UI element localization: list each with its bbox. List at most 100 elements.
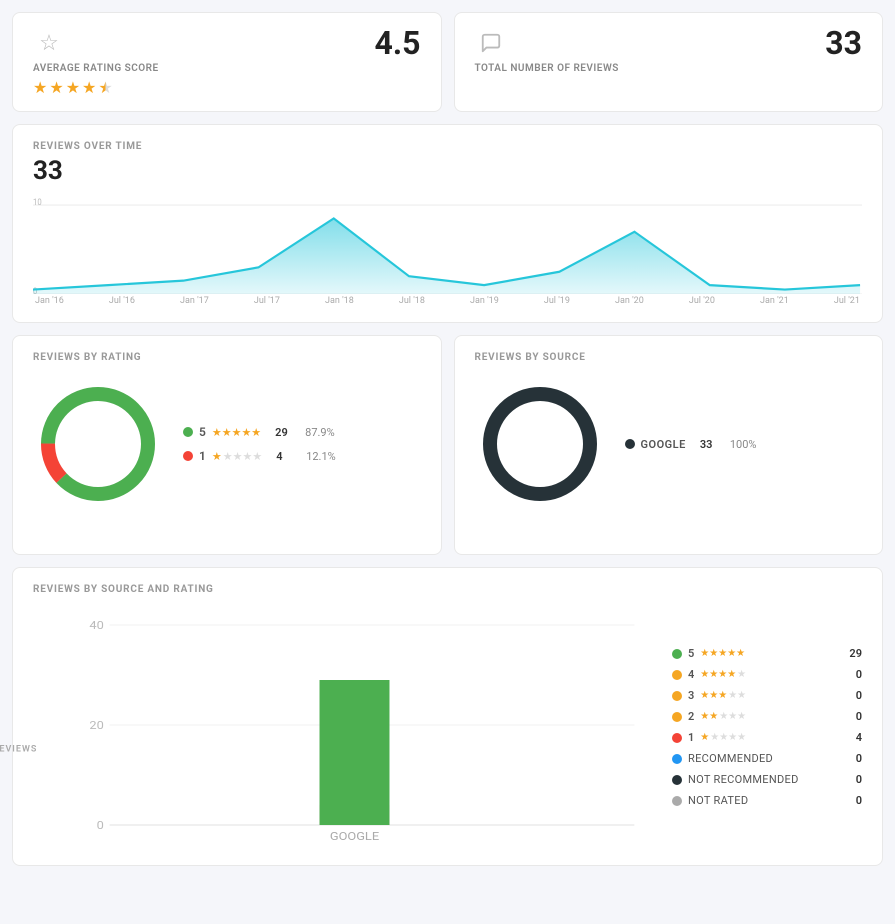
svg-text:20: 20 <box>89 719 104 732</box>
star-2: ★ <box>49 78 63 97</box>
legend-rating-1: 1 <box>199 449 206 463</box>
x-label: Jan '19 <box>470 296 499 306</box>
star-1: ★ <box>33 78 47 97</box>
bar-green <box>320 680 390 825</box>
legend-pct-1: 12.1% <box>306 450 336 463</box>
bar-legend-count-4: 0 <box>842 668 862 681</box>
bar-chart-left: REVIEWS 40 20 0 <box>33 605 646 849</box>
bar-legend-stars-4: ★★★★★ <box>700 669 746 680</box>
avg-rating-value: 4.5 <box>375 27 421 59</box>
reviews-time-title: REVIEWS OVER TIME <box>33 141 862 152</box>
middle-row: REVIEWS BY RATING 5 ★★★★★ 29 <box>12 335 883 555</box>
reviews-by-source-rating-title: REVIEWS BY SOURCE AND RATING <box>33 584 862 595</box>
bar-legend-stars-3: ★★★★★ <box>700 690 746 701</box>
total-reviews-card: 33 TOTAL NUMBER OF REVIEWS <box>454 12 884 112</box>
rating-legend: 5 ★★★★★ 29 87.9% 1 ★★★★★ 4 12.1% <box>183 425 336 463</box>
bar-chart-svg: 40 20 0 GOOGLE <box>63 605 646 845</box>
star-icon: ☆ <box>33 27 65 59</box>
bar-legend-label-5: 5 <box>688 647 694 660</box>
reviews-by-rating-card: REVIEWS BY RATING 5 ★★★★★ 29 <box>12 335 442 555</box>
top-cards-row: ☆ 4.5 AVERAGE RATING SCORE ★ ★ ★ ★ ★ 33 … <box>12 12 883 112</box>
bar-legend-stars-2: ★★★★★ <box>700 711 746 722</box>
bar-legend-count-not-recommended: 0 <box>842 773 862 786</box>
legend-stars-1: ★★★★★ <box>212 450 262 463</box>
reviews-time-count: 33 <box>33 156 862 186</box>
legend-count-5: 29 <box>275 426 295 439</box>
legend-pct-5: 87.9% <box>305 426 335 439</box>
bar-legend-label-recommended: RECOMMENDED <box>688 752 773 765</box>
source-legend: GOOGLE 33 100% <box>625 438 757 451</box>
reviews-by-rating-title: REVIEWS BY RATING <box>33 352 421 363</box>
avg-rating-card: ☆ 4.5 AVERAGE RATING SCORE ★ ★ ★ ★ ★ <box>12 12 442 112</box>
total-reviews-value: 33 <box>825 27 862 59</box>
x-label: Jul '19 <box>544 296 570 306</box>
x-label: Jan '17 <box>180 296 209 306</box>
x-label: Jul '17 <box>254 296 280 306</box>
bar-legend-2star: 2 ★★★★★ 0 <box>672 710 862 723</box>
bar-legend-dot-2 <box>672 712 682 722</box>
bar-legend-dot-1 <box>672 733 682 743</box>
legend-dot-google <box>625 439 635 449</box>
bar-legend-dot-4 <box>672 670 682 680</box>
x-label: Jan '16 <box>35 296 64 306</box>
x-label: Jul '21 <box>834 296 860 306</box>
x-label: Jan '21 <box>760 296 789 306</box>
svg-text:0: 0 <box>97 819 105 832</box>
total-reviews-label: TOTAL NUMBER OF REVIEWS <box>475 63 863 74</box>
bar-legend-count-3: 0 <box>842 689 862 702</box>
legend-rating-5: 5 <box>199 425 206 439</box>
bar-legend-3star: 3 ★★★★★ 0 <box>672 689 862 702</box>
star-4: ★ <box>82 78 96 97</box>
legend-dot-1star <box>183 451 193 461</box>
reviews-by-source-donut-area: GOOGLE 33 100% <box>475 379 863 509</box>
legend-google-count: 33 <box>700 438 720 451</box>
bar-legend-stars-5: ★★★★★ <box>700 648 745 659</box>
bar-legend-not-rated: NOT RATED 0 <box>672 794 862 807</box>
star-3: ★ <box>66 78 80 97</box>
bar-legend-not-recommended: NOT RECOMMENDED 0 <box>672 773 862 786</box>
bar-legend-dot-not-rated <box>672 796 682 806</box>
x-label: Jan '20 <box>615 296 644 306</box>
legend-row-1star: 1 ★★★★★ 4 12.1% <box>183 449 336 463</box>
bar-legend-label-1: 1 <box>688 731 694 744</box>
svg-text:10: 10 <box>33 198 42 209</box>
bar-legend-label-not-recommended: NOT RECOMMENDED <box>688 773 799 786</box>
source-donut-svg <box>475 379 605 509</box>
legend-row-5star: 5 ★★★★★ 29 87.9% <box>183 425 336 439</box>
chat-icon <box>475 27 507 59</box>
y-axis-label: REVIEWS <box>0 744 37 754</box>
x-label: Jul '18 <box>399 296 425 306</box>
avg-rating-label: AVERAGE RATING SCORE <box>33 63 421 74</box>
bar-legend-1star: 1 ★★★★★ 4 <box>672 731 862 744</box>
legend-row-google: GOOGLE 33 100% <box>625 438 757 451</box>
bar-legend-stars-1: ★★★★★ <box>700 732 746 743</box>
x-label: Jul '20 <box>689 296 715 306</box>
reviews-time-chart: 10 0 <box>33 194 862 294</box>
time-chart-svg: 10 0 <box>33 194 862 294</box>
bar-legend-count-1: 4 <box>842 731 862 744</box>
bar-legend-dot-recommended <box>672 754 682 764</box>
bar-chart-area: REVIEWS 40 20 0 <box>33 605 862 849</box>
bar-legend-4star: 4 ★★★★★ 0 <box>672 668 862 681</box>
x-axis-labels: Jan '16 Jul '16 Jan '17 Jul '17 Jan '18 … <box>33 296 862 306</box>
legend-google-label: GOOGLE <box>641 438 686 451</box>
bar-legend-label-not-rated: NOT RATED <box>688 794 748 807</box>
legend-stars-5: ★★★★★ <box>212 426 261 439</box>
bar-chart-right: 5 ★★★★★ 29 4 ★★★★★ 0 3 ★★★★★ <box>662 605 862 849</box>
reviews-by-source-card: REVIEWS BY SOURCE GOOGLE 33 100% <box>454 335 884 555</box>
reviews-by-rating-donut-area: 5 ★★★★★ 29 87.9% 1 ★★★★★ 4 12.1% <box>33 379 421 509</box>
bar-legend-count-2: 0 <box>842 710 862 723</box>
legend-google-pct: 100% <box>730 438 757 451</box>
reviews-by-source-title: REVIEWS BY SOURCE <box>475 352 863 363</box>
bar-legend-dot-3 <box>672 691 682 701</box>
x-label: Jul '16 <box>109 296 135 306</box>
bar-legend-recommended: RECOMMENDED 0 <box>672 752 862 765</box>
bar-legend-dot-not-recommended <box>672 775 682 785</box>
bar-legend-count-5: 29 <box>842 647 862 660</box>
svg-text:40: 40 <box>89 619 104 632</box>
bar-legend-5star: 5 ★★★★★ 29 <box>672 647 862 660</box>
bar-legend-label-2: 2 <box>688 710 694 723</box>
bar-legend-dot-5 <box>672 649 682 659</box>
bar-legend-count-recommended: 0 <box>842 752 862 765</box>
avg-rating-stars: ★ ★ ★ ★ ★ <box>33 78 421 97</box>
